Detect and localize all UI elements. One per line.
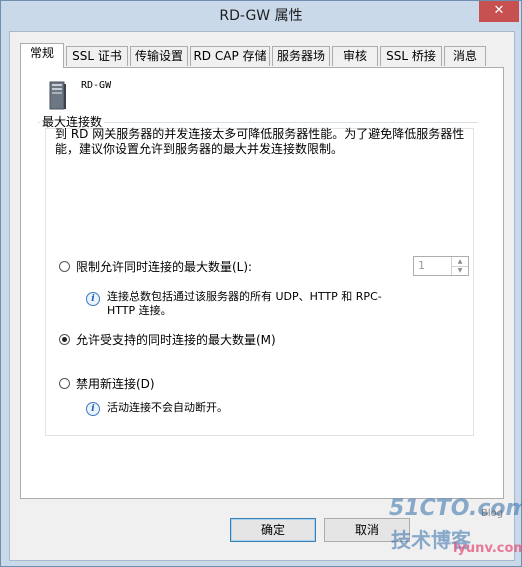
disable-new-radio[interactable]	[59, 378, 70, 389]
tab-transport-settings[interactable]: 传输设置	[130, 46, 188, 66]
close-button[interactable]: ✕	[479, 1, 519, 22]
max-supported-label[interactable]: 允许受支持的同时连接的最大数量(M)	[76, 331, 276, 348]
group-description: 到 RD 网关服务器的并发连接太多可降低服务器性能。为了避免降低服务器性能，建议…	[55, 127, 465, 156]
cancel-button[interactable]: 取消	[324, 518, 410, 542]
tab-ssl-bridging[interactable]: SSL 桥接	[380, 46, 442, 66]
tab-auditing[interactable]: 审核	[332, 46, 378, 66]
window-title: RD-GW 属性	[219, 8, 303, 24]
properties-dialog: RD-GW 属性 ✕ 常规 SSL 证书 传输设置 RD CAP 存储 服务器场…	[0, 0, 522, 567]
max-connections-spinner[interactable]: 1 ▲ ▼	[413, 256, 469, 276]
max-supported-radio[interactable]	[59, 334, 70, 345]
tab-general[interactable]: 常规	[20, 43, 64, 68]
info-icon: i	[86, 292, 100, 306]
server-name: RD-GW	[81, 80, 112, 91]
disable-new-label[interactable]: 禁用新连接(D)	[76, 375, 155, 392]
tab-ssl-certificate[interactable]: SSL 证书	[66, 46, 128, 66]
info-icon: i	[86, 402, 100, 416]
spin-down-button[interactable]: ▼	[452, 266, 468, 275]
general-tab-panel: RD-GW 最大连接数 到 RD 网关服务器的并发连接太多可降低服务器性能。为了…	[20, 67, 504, 499]
tab-messaging[interactable]: 消息	[444, 46, 486, 66]
server-icon	[49, 81, 66, 110]
ok-button[interactable]: 确定	[230, 518, 316, 542]
limit-connections-label[interactable]: 限制允许同时连接的最大数量(L):	[76, 258, 252, 275]
limit-connections-radio[interactable]	[59, 261, 70, 272]
spinner-value: 1	[418, 259, 425, 272]
dialog-client-area: 常规 SSL 证书 传输设置 RD CAP 存储 服务器场 审核 SSL 桥接 …	[9, 31, 515, 561]
disable-info-text: 活动连接不会自动断开。	[107, 401, 228, 414]
tab-server-farm[interactable]: 服务器场	[272, 46, 330, 66]
limit-info-text: 连接总数包括通过该服务器的所有 UDP、HTTP 和 RPC-HTTP 连接。	[107, 290, 382, 317]
title-bar[interactable]: RD-GW 属性 ✕	[1, 1, 521, 31]
tab-rd-cap-store[interactable]: RD CAP 存储	[190, 46, 270, 66]
spinner-buttons: ▲ ▼	[451, 257, 468, 275]
